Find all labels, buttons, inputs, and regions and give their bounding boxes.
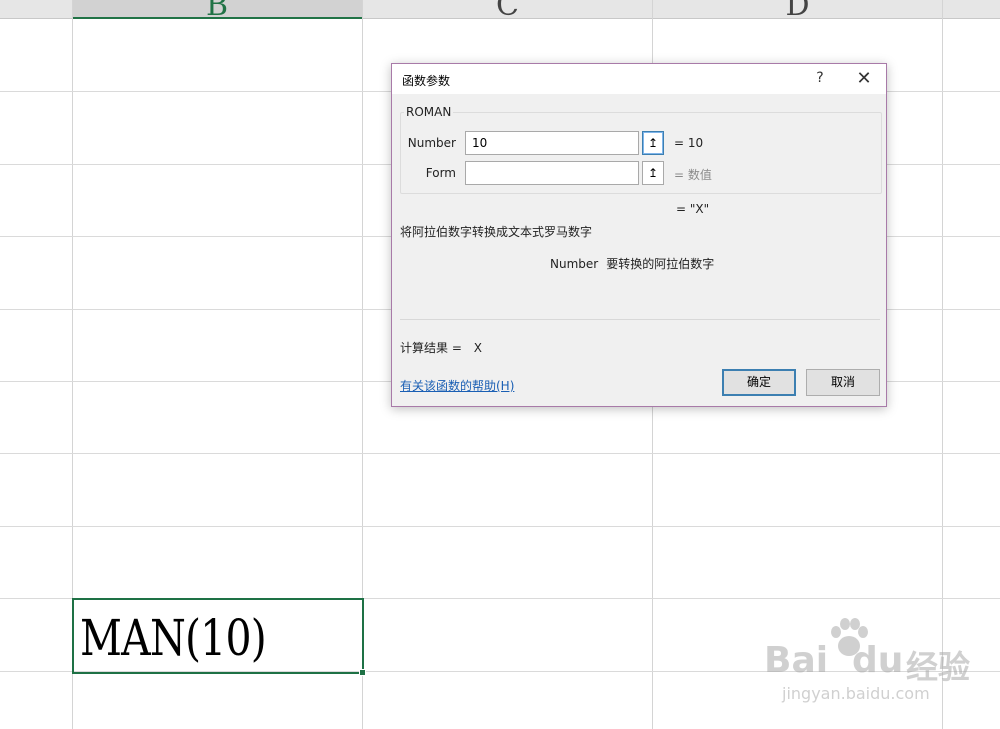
range-select-icon: ↥ — [647, 166, 659, 180]
number-collapse-button[interactable]: ↥ — [642, 131, 664, 155]
calc-result-value: X — [473, 341, 482, 355]
column-header-b[interactable]: B — [72, 0, 362, 19]
watermark-brand-suffix: 经验 — [906, 648, 971, 686]
grid-line — [0, 453, 1000, 454]
watermark-brand-right: du — [852, 640, 904, 681]
function-description: 将阿拉伯数字转换成文本式罗马数字 — [400, 225, 593, 239]
watermark-url: jingyan.baidu.com — [782, 684, 930, 703]
number-arg-result: = 10 — [674, 136, 704, 150]
parameter-name: Number — [550, 257, 599, 271]
dialog-title: 函数参数 — [402, 74, 451, 88]
function-arguments-dialog: 函数参数 ? ✕ ROMAN Number 10 ↥ = 10 Form ↥ =… — [391, 63, 887, 407]
column-header-c[interactable]: C — [363, 0, 652, 18]
calculation-result: 计算结果 = X — [400, 339, 482, 356]
form-arg-result: = 数值 — [674, 168, 712, 182]
ok-button[interactable]: 确定 — [722, 369, 796, 396]
number-arg-input[interactable]: 10 — [465, 131, 639, 155]
calc-result-label: 计算结果 = — [400, 341, 462, 355]
active-cell-text: MAN(10) — [80, 609, 267, 667]
column-header-d[interactable]: D — [653, 0, 942, 18]
help-icon[interactable]: ? — [810, 70, 830, 86]
close-icon[interactable]: ✕ — [854, 68, 874, 89]
fill-handle[interactable] — [359, 669, 366, 676]
form-arg-label: Form — [425, 166, 456, 180]
divider — [400, 319, 880, 320]
grid-line — [0, 526, 1000, 527]
form-arg-input[interactable] — [465, 161, 639, 185]
range-select-icon: ↥ — [647, 136, 659, 150]
function-name-label: ROMAN — [404, 105, 454, 119]
function-help-link[interactable]: 有关该函数的帮助(H) — [400, 377, 514, 394]
cancel-button[interactable]: 取消 — [806, 369, 880, 396]
dialog-titlebar[interactable]: 函数参数 ? ✕ — [392, 64, 886, 94]
parameter-text: 要转换的阿拉伯数字 — [606, 257, 715, 271]
baidu-watermark: Bai du 经验 jingyan.baidu.com — [760, 618, 990, 708]
watermark-brand-left: Bai — [764, 640, 829, 681]
parameter-description: Number 要转换的阿拉伯数字 — [550, 255, 714, 272]
number-arg-label: Number — [407, 136, 456, 150]
form-collapse-button[interactable]: ↥ — [642, 161, 664, 185]
formula-result: = "X" — [676, 202, 710, 216]
